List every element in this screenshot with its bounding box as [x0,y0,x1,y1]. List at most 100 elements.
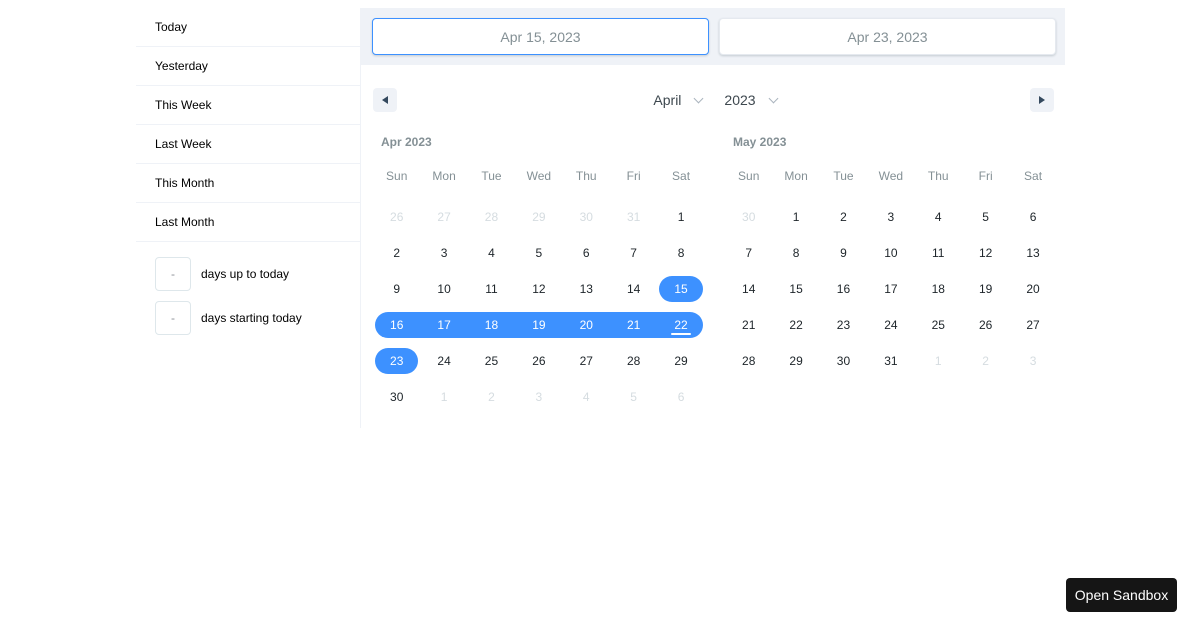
day-cell[interactable]: 15 [772,271,819,307]
day-cell[interactable]: 28 [725,343,772,379]
day-cell[interactable]: 3 [515,379,562,415]
day-cell[interactable]: 30 [373,379,420,415]
day-cell[interactable]: 9 [820,235,867,271]
day-cell[interactable]: 1 [657,199,704,235]
day-cell[interactable]: 18 [467,307,516,343]
day-cell[interactable]: 26 [515,343,562,379]
day-cell[interactable]: 5 [515,235,562,271]
month-select[interactable]: April [647,88,708,112]
day-cell[interactable]: 20 [562,307,610,343]
day-cell[interactable]: 26 [373,199,420,235]
day-cell[interactable]: 13 [563,271,610,307]
input-range-field[interactable]: - [155,301,191,335]
day-cell[interactable]: 28 [468,199,515,235]
next-month-button[interactable] [1030,88,1054,112]
year-select[interactable]: 2023 [718,88,782,112]
day-cell[interactable]: 4 [915,199,962,235]
day-cell[interactable]: 6 [563,235,610,271]
day-cell[interactable]: 29 [772,343,819,379]
day-cell[interactable]: 2 [820,199,867,235]
day-cell[interactable]: 10 [867,235,914,271]
day-cell[interactable]: 20 [1009,271,1056,307]
day-cell[interactable]: 6 [657,379,704,415]
day-cell[interactable]: 4 [563,379,610,415]
day-cell[interactable]: 30 [820,343,867,379]
day-cell[interactable]: 4 [468,235,515,271]
day-cell[interactable]: 7 [725,235,772,271]
end-date-input[interactable]: Apr 23, 2023 [719,18,1056,55]
day-cell[interactable]: 28 [610,343,657,379]
day-cell[interactable]: 7 [610,235,657,271]
day-cell[interactable]: 29 [657,343,704,379]
day-cell[interactable]: 19 [515,307,563,343]
day-cell[interactable]: 27 [563,343,610,379]
day-cell[interactable]: 24 [420,343,467,379]
day-cell[interactable]: 25 [468,343,515,379]
open-sandbox-button[interactable]: Open Sandbox [1066,578,1177,612]
start-date-input[interactable]: Apr 15, 2023 [372,18,709,55]
day-cell[interactable]: 10 [420,271,467,307]
day-cell[interactable]: 16 [820,271,867,307]
day-number: 3 [440,246,448,260]
day-cell[interactable]: 18 [915,271,962,307]
day-cell[interactable]: 17 [867,271,914,307]
day-cell[interactable]: 12 [515,271,562,307]
day-cell[interactable]: 27 [420,199,467,235]
day-cell[interactable]: 3 [1009,343,1056,379]
day-cell[interactable]: 14 [725,271,772,307]
day-cell[interactable]: 11 [915,235,962,271]
day-cell[interactable]: 2 [468,379,515,415]
day-cell[interactable]: 11 [468,271,515,307]
day-number: 1 [792,210,800,224]
day-cell[interactable]: 27 [1009,307,1056,343]
weekday-label: Sat [672,169,691,183]
day-cell[interactable]: 30 [563,199,610,235]
day-cell[interactable]: 26 [962,307,1009,343]
input-range-row: - days up to today [155,257,360,291]
defined-ranges-sidebar: Today Yesterday This Week Last Week This Mon… [136,8,361,428]
day-cell[interactable]: 1 [772,199,819,235]
day-cell[interactable]: 2 [962,343,1009,379]
day-number: 14 [626,282,641,296]
day-cell[interactable]: 19 [962,271,1009,307]
day-cell[interactable]: 3 [420,235,467,271]
day-cell[interactable]: 8 [772,235,819,271]
day-cell[interactable]: 31 [867,343,914,379]
static-range-item[interactable]: This Week [136,86,360,125]
static-range-item[interactable]: Today [136,8,360,47]
day-cell[interactable]: 21 [609,307,658,343]
day-cell[interactable]: 15 [657,271,704,307]
day-cell[interactable]: 17 [420,307,468,343]
input-range-field[interactable]: - [155,257,191,291]
day-cell[interactable]: 25 [915,307,962,343]
day-cell[interactable]: 1 [420,379,467,415]
static-range-item[interactable]: Last Week [136,125,360,164]
day-cell[interactable]: 22 [657,307,704,343]
day-cell[interactable]: 31 [610,199,657,235]
day-cell[interactable]: 5 [962,199,1009,235]
day-cell[interactable]: 2 [373,235,420,271]
day-cell[interactable]: 21 [725,307,772,343]
day-cell[interactable]: 1 [915,343,962,379]
day-cell[interactable]: 8 [657,235,704,271]
day-cell[interactable]: 30 [725,199,772,235]
day-cell[interactable]: 12 [962,235,1009,271]
day-cell[interactable]: 24 [867,307,914,343]
day-cell[interactable]: 9 [373,271,420,307]
day-cell[interactable]: 5 [610,379,657,415]
day-cell[interactable]: 6 [1009,199,1056,235]
year-select-value: 2023 [724,92,756,108]
static-range-item[interactable]: Last Month [136,203,360,242]
day-cell[interactable]: 22 [772,307,819,343]
day-cell[interactable]: 14 [610,271,657,307]
day-cell[interactable]: 29 [515,199,562,235]
day-cell[interactable]: 13 [1009,235,1056,271]
static-range-item[interactable]: This Month [136,164,360,203]
weekday-header: Sun Mon Tue Wed Thu Fri Sat [725,169,1057,199]
day-number: 9 [393,282,401,296]
static-range-item[interactable]: Yesterday [136,47,360,86]
day-cell[interactable]: 23 [820,307,867,343]
day-cell[interactable]: 3 [867,199,914,235]
day-cell[interactable]: 16 [373,307,421,343]
day-cell[interactable]: 23 [373,343,420,379]
